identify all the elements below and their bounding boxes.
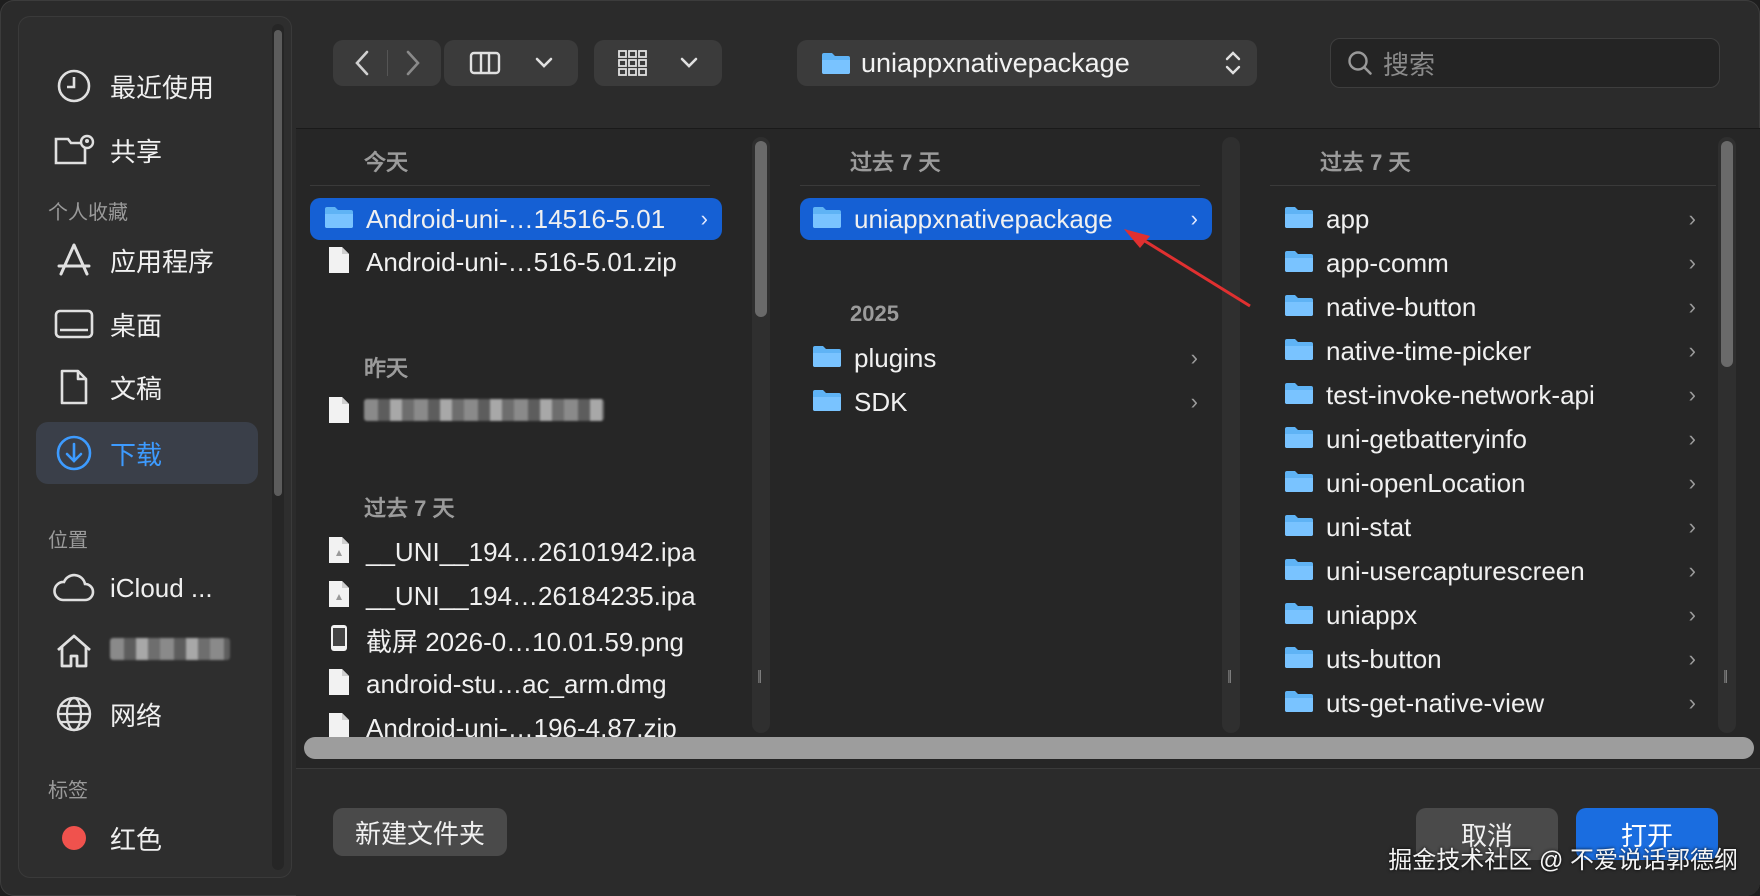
annotation-arrow: [1124, 229, 1251, 308]
file-open-dialog: 最近使用 共享 个人收藏 应用程序 桌面 文稿 下载 位置 iCloud ...…: [0, 0, 1760, 896]
